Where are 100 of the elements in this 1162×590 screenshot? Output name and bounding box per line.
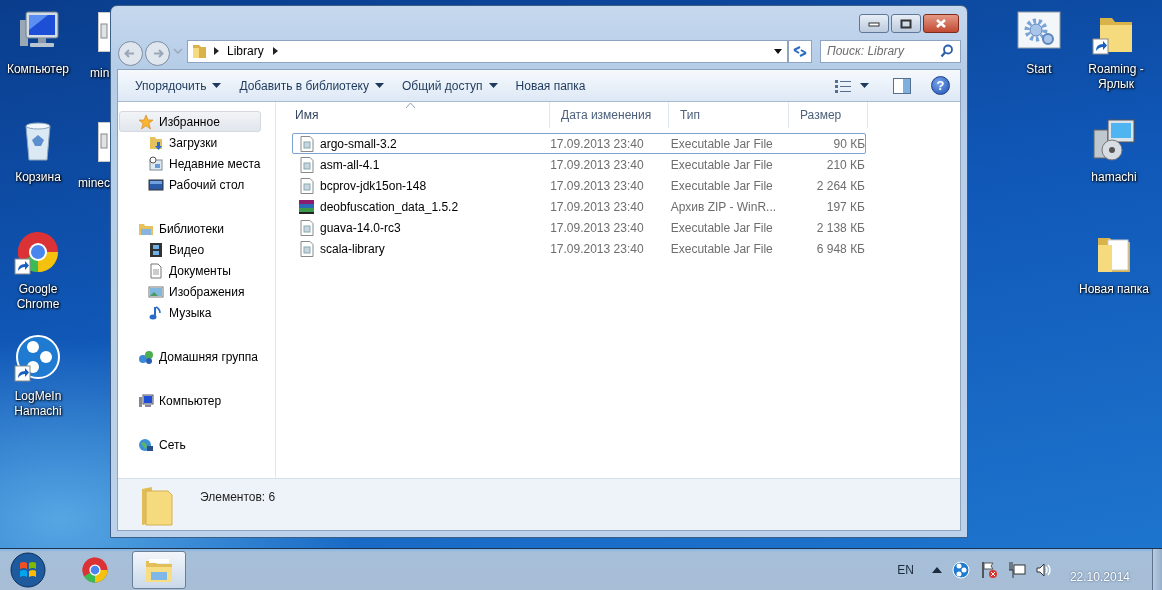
toolbar-button[interactable]: Добавить в библиотеку bbox=[230, 73, 393, 98]
minimize-button[interactable] bbox=[859, 14, 889, 33]
minimize-icon bbox=[868, 20, 880, 27]
file-row[interactable]: guava-14.0-rc3 17.09.2013 23:40 Executable Jar File 2 138 КБ bbox=[292, 217, 866, 238]
file-row[interactable]: scala-library 17.09.2013 23:40 Executable Jar File 6 948 КБ bbox=[292, 238, 866, 259]
toolbar-button[interactable]: Новая папка bbox=[506, 73, 595, 98]
nav-item[interactable]: Домашняя группа bbox=[119, 346, 260, 367]
file-date: 17.09.2013 23:40 bbox=[550, 156, 645, 174]
close-button[interactable] bbox=[923, 14, 959, 33]
breadcrumb[interactable]: Library bbox=[222, 42, 269, 60]
network-icon[interactable] bbox=[1007, 560, 1026, 579]
file-date: 17.09.2013 23:40 bbox=[550, 135, 645, 153]
desktop-icon-label[interactable]: Корзина bbox=[15, 170, 61, 185]
file-name: bcprov-jdk15on-148 bbox=[319, 177, 428, 195]
computer-icon bbox=[138, 392, 154, 409]
archive-icon bbox=[298, 198, 316, 215]
flag-warning-icon[interactable] bbox=[979, 560, 998, 579]
desktop-icon-label[interactable]: Roaming - Ярлык bbox=[1076, 62, 1156, 92]
toolbar-button[interactable]: Упорядочить bbox=[126, 73, 231, 98]
file-name: deobfuscation_data_1.5.2 bbox=[319, 198, 460, 216]
desktop-icon-label[interactable]: Компьютер bbox=[6, 62, 70, 77]
file-size: 2 138 КБ bbox=[815, 219, 865, 237]
file-size: 6 948 КБ bbox=[815, 240, 865, 258]
close-icon bbox=[935, 18, 947, 29]
nav-item[interactable]: Компьютер bbox=[119, 390, 223, 411]
caret-icon bbox=[212, 83, 222, 88]
view-options-icon[interactable] bbox=[834, 78, 852, 93]
recent-places-icon bbox=[148, 155, 164, 172]
search-icon[interactable] bbox=[940, 44, 954, 58]
file-size: 197 КБ bbox=[825, 198, 865, 216]
language-indicator[interactable]: EN bbox=[897, 560, 914, 579]
picture-icon bbox=[148, 283, 164, 300]
nav-item[interactable]: Избранное bbox=[119, 111, 262, 132]
nav-item[interactable]: Рабочий стол bbox=[119, 174, 262, 195]
maximize-icon bbox=[900, 18, 912, 29]
file-type: Executable Jar File bbox=[670, 156, 774, 174]
column-header[interactable]: Тип bbox=[669, 102, 789, 128]
star-icon bbox=[138, 113, 154, 130]
file-date: 17.09.2013 23:40 bbox=[550, 198, 645, 216]
nav-item[interactable]: Недавние места bbox=[119, 153, 262, 174]
file-name: guava-14.0-rc3 bbox=[319, 219, 402, 237]
desktop-icon-label[interactable]: Новая папка bbox=[1079, 282, 1149, 297]
volume-icon[interactable] bbox=[1035, 561, 1052, 578]
homegroup-icon bbox=[138, 348, 154, 365]
show-hidden-icons-button[interactable] bbox=[931, 566, 942, 573]
music-note-icon bbox=[148, 304, 164, 321]
file-type: Executable Jar File bbox=[670, 177, 774, 195]
file-name: asm-all-4.1 bbox=[319, 156, 381, 174]
caret-icon bbox=[488, 83, 498, 88]
file-type: Executable Jar File bbox=[670, 219, 774, 237]
maximize-button[interactable] bbox=[891, 14, 921, 33]
toolbar-button[interactable]: Общий доступ bbox=[392, 73, 507, 98]
hamachi-icon[interactable] bbox=[14, 335, 62, 383]
file-date: 17.09.2013 23:40 bbox=[550, 219, 645, 237]
hamachi-tray-icon[interactable] bbox=[951, 560, 970, 579]
item-count: Элементов: 6 bbox=[200, 489, 276, 506]
nav-item[interactable]: Документы bbox=[119, 260, 246, 281]
file-icon bbox=[298, 219, 316, 236]
desktop-icon-label[interactable]: Google Chrome bbox=[0, 282, 76, 312]
file-type: Executable Jar File bbox=[670, 135, 774, 153]
installer-icon[interactable] bbox=[1090, 116, 1138, 164]
search-field[interactable]: Поиск: Library bbox=[820, 39, 961, 63]
file-type: Executable Jar File bbox=[670, 240, 774, 258]
file-icon bbox=[298, 135, 316, 152]
preview-pane-icon[interactable] bbox=[893, 77, 911, 94]
downloads-folder-icon bbox=[148, 134, 164, 151]
file-size: 2 264 КБ bbox=[815, 177, 865, 195]
file-icon bbox=[298, 177, 316, 194]
document-icon bbox=[148, 262, 164, 279]
nav-item[interactable]: Изображения bbox=[119, 281, 246, 302]
nav-item[interactable]: Музыка bbox=[119, 302, 246, 323]
file-icon bbox=[298, 156, 316, 173]
file-size: 210 КБ bbox=[825, 156, 865, 174]
file-row[interactable]: deobfuscation_data_1.5.2 17.09.2013 23:40 Архив ZIP - WinR... 197 КБ bbox=[292, 196, 866, 217]
column-header[interactable]: Дата изменения bbox=[550, 102, 669, 128]
file-date: 17.09.2013 23:40 bbox=[550, 177, 645, 195]
file-name: argo-small-3.2 bbox=[319, 135, 398, 153]
column-header[interactable]: Имя bbox=[284, 102, 550, 128]
file-icon bbox=[298, 240, 316, 257]
caret-icon[interactable] bbox=[860, 83, 869, 88]
desktop-icon-label[interactable]: minec bbox=[78, 176, 110, 191]
nav-item[interactable]: Библиотеки bbox=[119, 218, 246, 239]
file-type: Архив ZIP - WinR... bbox=[670, 198, 778, 216]
nav-item[interactable]: Видео bbox=[119, 239, 246, 260]
file-row[interactable]: argo-small-3.2 17.09.2013 23:40 Executable Jar File 90 КБ bbox=[292, 133, 866, 154]
file-row[interactable]: asm-all-4.1 17.09.2013 23:40 Executable Jar File 210 КБ bbox=[292, 154, 866, 175]
nav-item[interactable]: Загрузки bbox=[119, 132, 262, 153]
refresh-button[interactable] bbox=[788, 39, 812, 63]
column-header[interactable]: Размер bbox=[789, 102, 868, 128]
desktop-icon bbox=[148, 176, 164, 193]
nav-item[interactable]: Сеть bbox=[119, 434, 187, 455]
taskbar-button[interactable] bbox=[132, 550, 186, 589]
show-desktop-button[interactable] bbox=[1152, 548, 1162, 590]
desktop-icon-label[interactable]: min bbox=[90, 66, 110, 81]
desktop-icon-label[interactable]: hamachi bbox=[1091, 170, 1137, 185]
desktop-icon-label[interactable]: LogMeIn Hamachi bbox=[0, 389, 76, 419]
file-row[interactable]: bcprov-jdk15on-148 17.09.2013 23:40 Executable Jar File 2 264 КБ bbox=[292, 175, 866, 196]
caret-icon bbox=[374, 83, 384, 88]
file-size: 90 КБ bbox=[832, 135, 865, 153]
desktop-icon-label[interactable]: Start bbox=[1026, 62, 1052, 77]
